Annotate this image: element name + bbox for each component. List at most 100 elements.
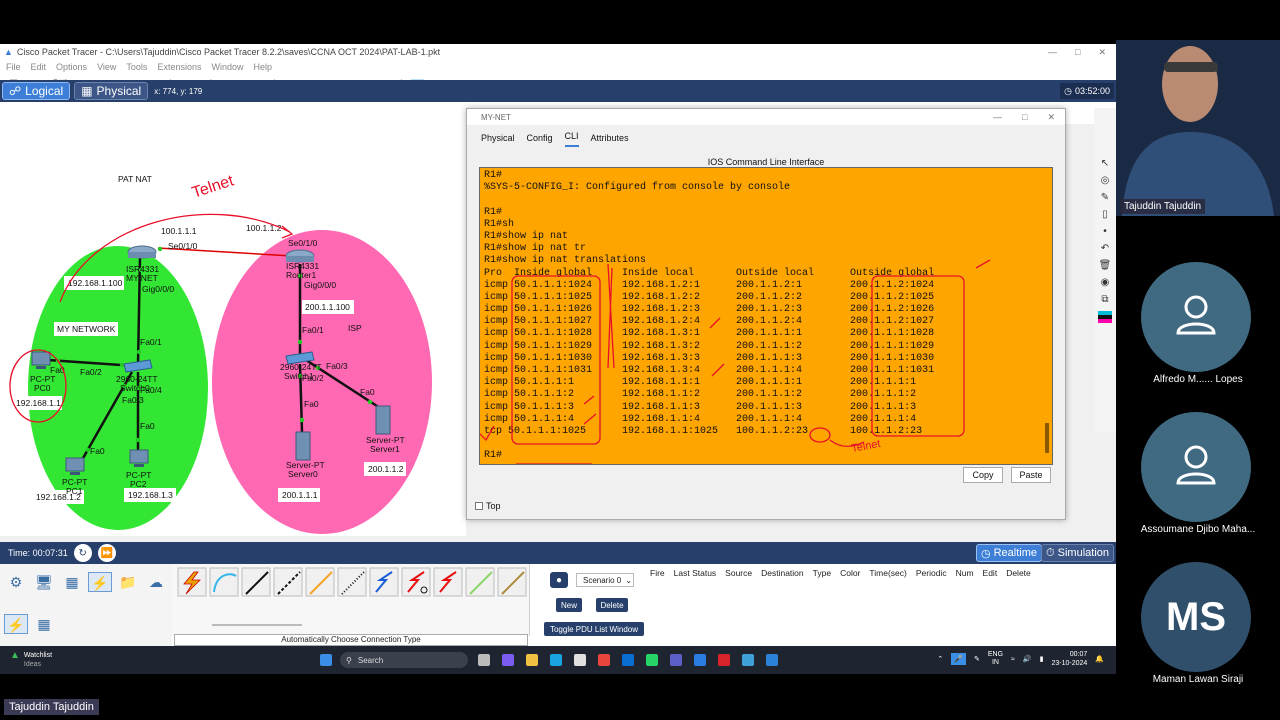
edge-icon[interactable] (550, 654, 562, 666)
watchlist-widget[interactable]: ▲ Watchlist Ideas (10, 651, 52, 669)
scenario-icon[interactable]: ● (550, 572, 568, 588)
multiuser-icon[interactable]: ☁ (144, 572, 168, 592)
tab-attributes[interactable]: Attributes (591, 133, 629, 147)
camera-icon[interactable]: ◉ (1098, 277, 1112, 289)
menu-view[interactable]: View (97, 62, 116, 72)
copy-icon[interactable]: ⧉ (1098, 294, 1112, 306)
avatar[interactable] (1141, 262, 1251, 372)
copy-button[interactable]: Copy (963, 467, 1003, 483)
delete-scenario-button[interactable]: Delete (596, 598, 628, 612)
conn-coax[interactable] (369, 567, 399, 597)
menu-tools[interactable]: Tools (126, 62, 147, 72)
chrome-icon[interactable] (598, 654, 610, 666)
tab-physical[interactable]: ▦ Physical (74, 82, 149, 100)
inspect-icon[interactable]: ◎ (1098, 175, 1112, 187)
battery-icon[interactable]: ▮ (1040, 655, 1044, 663)
server1-device[interactable] (375, 405, 391, 435)
conn-straight[interactable] (241, 567, 271, 597)
packet-tracer-icon[interactable] (766, 654, 778, 666)
topology-canvas[interactable]: PAT NAT 100.1.1.1 Se0/1/0 100.1.1.2 Se0/… (0, 102, 466, 536)
toggle-pdu-list-button[interactable]: Toggle PDU List Window (544, 622, 644, 636)
connections-icon[interactable]: ⚡ (88, 572, 112, 592)
scroll-thumb[interactable] (1045, 423, 1049, 453)
minimize-icon[interactable]: — (1048, 47, 1057, 58)
tab-cli[interactable]: CLI (564, 131, 579, 147)
chevron-up-icon[interactable]: ⌃ (937, 655, 943, 663)
host-video-tile[interactable]: Tajuddin Tajuddin (1116, 40, 1280, 216)
menu-extensions[interactable]: Extensions (157, 62, 201, 72)
cli-terminal[interactable]: R1# %SYS-5-CONFIG_I: Configured from cons… (479, 167, 1053, 465)
taskbar-search[interactable]: ⚲ Search (340, 652, 468, 668)
grid-icon[interactable]: ▦ (32, 614, 56, 634)
menu-help[interactable]: Help (253, 62, 272, 72)
server0-device[interactable] (295, 431, 311, 461)
network-devices-icon[interactable]: ⚙ (4, 572, 28, 592)
minimize-icon[interactable]: — (993, 112, 1002, 123)
notification-icon[interactable]: 🔔 (1095, 655, 1104, 663)
conn-serial-dte[interactable] (433, 567, 463, 597)
paste-button[interactable]: Paste (1011, 467, 1051, 483)
lang-label[interactable]: ENG (988, 651, 1003, 658)
tray-date[interactable]: 23-10-2024 (1051, 660, 1087, 667)
fast-forward-icon[interactable]: ⏩ (97, 544, 116, 562)
tray-time[interactable]: 00:07 (1070, 651, 1088, 658)
tab-physical-dev[interactable]: Physical (481, 133, 515, 147)
conn-cross[interactable] (273, 567, 303, 597)
simulation-mode-button[interactable]: ⏱ Simulation (1041, 544, 1114, 562)
components-icon[interactable]: ▦ (60, 572, 84, 592)
avatar[interactable]: MS (1141, 562, 1251, 672)
conn-console[interactable] (209, 567, 239, 597)
menu-window[interactable]: Window (211, 62, 243, 72)
realtime-mode-button[interactable]: ◷ Realtime (975, 544, 1042, 562)
avatar[interactable] (1141, 412, 1251, 522)
maximize-icon[interactable]: □ (1075, 47, 1080, 58)
store-icon[interactable] (574, 654, 586, 666)
cli-scrollbar[interactable] (1043, 168, 1051, 464)
todo-icon[interactable] (694, 654, 706, 666)
menu-file[interactable]: File (6, 62, 21, 72)
eraser-icon[interactable]: ▯ (1098, 209, 1112, 221)
conn-auto[interactable] (177, 567, 207, 597)
conn-serial-dce[interactable] (401, 567, 431, 597)
misc-icon[interactable]: 📁 (116, 572, 140, 592)
conn-iot[interactable] (497, 567, 527, 597)
auto-connection-icon[interactable]: ⚡ (4, 614, 28, 634)
tab-logical[interactable]: ☍ Logical (2, 82, 71, 100)
task-view-icon[interactable] (478, 654, 490, 666)
new-scenario-button[interactable]: New (556, 598, 582, 612)
trash-icon[interactable]: 🗑 (1098, 260, 1112, 272)
checkbox-box[interactable] (475, 502, 483, 510)
copilot-icon[interactable] (502, 654, 514, 666)
pen-icon[interactable]: ✎ (974, 655, 980, 663)
maximize-icon[interactable]: □ (1022, 112, 1027, 123)
outlook-icon[interactable] (622, 654, 634, 666)
volume-icon[interactable]: 🔊 (1023, 655, 1032, 663)
menu-options[interactable]: Options (56, 62, 87, 72)
top-checkbox[interactable]: Top (475, 501, 501, 511)
router-my-net[interactable] (127, 245, 157, 259)
menu-edit[interactable]: Edit (31, 62, 47, 72)
close-icon[interactable]: ✕ (1047, 112, 1055, 123)
scrollbar-track[interactable] (212, 624, 302, 626)
scenario-select[interactable]: Scenario 0 ⌄ (576, 573, 634, 587)
color-palette-icon[interactable] (1098, 311, 1112, 323)
conn-fiber[interactable] (305, 567, 335, 597)
mic-icon[interactable]: 🎤 (951, 653, 966, 665)
whatsapp-icon[interactable] (646, 654, 658, 666)
start-icon[interactable] (320, 654, 332, 666)
select-icon[interactable]: ↖ (1098, 158, 1112, 170)
mail-icon[interactable] (742, 654, 754, 666)
end-devices-icon[interactable]: 🖥 (32, 572, 56, 592)
acrobat-icon[interactable] (718, 654, 730, 666)
teams-icon[interactable] (670, 654, 682, 666)
undo-icon[interactable]: ↶ (1098, 243, 1112, 255)
conn-octal[interactable] (465, 567, 495, 597)
tab-config[interactable]: Config (527, 133, 553, 147)
wifi-icon[interactable]: ≈ (1011, 656, 1015, 663)
file-explorer-icon[interactable] (526, 654, 538, 666)
conn-phone[interactable] (337, 567, 367, 597)
close-icon[interactable]: ✕ (1098, 47, 1106, 58)
reset-clock-icon[interactable]: ↻ (73, 544, 92, 562)
dot-icon[interactable]: • (1098, 226, 1112, 238)
pen-icon[interactable]: ✎ (1098, 192, 1112, 204)
